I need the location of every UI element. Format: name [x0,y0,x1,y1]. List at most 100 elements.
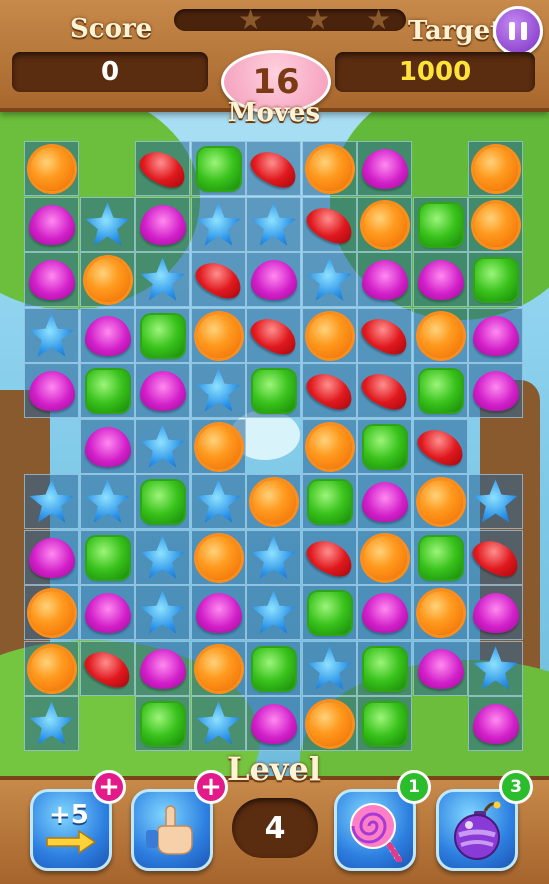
board-cell[interactable] [191,474,246,529]
orange-candy[interactable] [196,424,241,469]
pause-button[interactable] [493,6,543,56]
board-cell[interactable] [246,474,301,529]
purple-heart-candy[interactable] [472,370,519,411]
board-cell[interactable] [413,641,468,696]
green-square-candy[interactable] [363,647,406,690]
board-cell[interactable] [357,141,412,196]
purple-heart-candy[interactable] [28,259,75,300]
board-cell[interactable] [79,641,136,696]
orange-candy[interactable] [307,424,352,469]
red-jelly-bean-candy[interactable] [301,365,358,416]
blue-star-candy[interactable] [196,479,241,523]
purple-heart-candy[interactable] [361,259,408,300]
green-square-candy[interactable] [474,258,517,301]
green-square-candy[interactable] [141,480,184,523]
orange-candy[interactable] [418,313,463,358]
blue-star-candy[interactable] [251,202,296,246]
orange-candy[interactable] [307,313,352,358]
red-jelly-bean-candy[interactable] [190,254,247,305]
board-cell[interactable] [80,530,135,585]
green-square-candy[interactable] [86,536,129,579]
board-cell[interactable] [357,419,412,474]
blue-star-candy[interactable] [196,701,241,745]
board-cell[interactable] [357,252,412,307]
board-cell[interactable] [246,585,301,640]
board-cell[interactable] [468,585,523,640]
board-cell[interactable] [301,530,358,585]
board-cell[interactable] [24,197,79,252]
board-cell[interactable] [356,363,413,418]
board-cell[interactable] [190,252,247,307]
blue-star-candy[interactable] [140,257,185,301]
purple-heart-candy[interactable] [139,204,186,245]
blue-star-candy[interactable] [85,202,130,246]
red-jelly-bean-candy[interactable] [134,143,191,194]
purple-heart-candy[interactable] [361,481,408,522]
board-cell[interactable] [24,696,79,751]
board-cell[interactable] [191,530,246,585]
board-cell[interactable] [467,530,524,585]
board-cell[interactable] [246,252,301,307]
orange-candy[interactable] [29,646,74,691]
board-cell[interactable] [468,363,523,418]
board-cell[interactable] [357,530,412,585]
green-square-candy[interactable] [252,647,295,690]
board-cell[interactable] [191,419,246,474]
red-jelly-bean-candy[interactable] [356,365,413,416]
orange-candy[interactable] [85,257,130,302]
board-cell[interactable] [302,641,357,696]
orange-candy[interactable] [473,146,518,191]
board-cell[interactable] [468,474,523,529]
board-cell[interactable] [24,363,79,418]
board-cell[interactable] [413,474,468,529]
board-cell[interactable] [24,252,79,307]
board-cell[interactable] [191,141,246,196]
purple-heart-candy[interactable] [472,592,519,633]
board-cell[interactable] [413,530,468,585]
board-cell[interactable] [468,252,523,307]
buy-extra-moves-button[interactable]: + [92,770,126,804]
board-cell[interactable] [135,363,190,418]
board-cell[interactable] [135,641,190,696]
blue-star-candy[interactable] [140,535,185,579]
purple-heart-candy[interactable] [250,259,297,300]
orange-candy[interactable] [196,313,241,358]
board-cell[interactable] [302,252,357,307]
board-cell[interactable] [191,308,246,363]
board-cell[interactable] [302,419,357,474]
red-jelly-bean-candy[interactable] [301,199,358,250]
board-cell[interactable] [191,585,246,640]
board-cell[interactable] [135,530,190,585]
board-cell[interactable] [468,197,523,252]
board-cell[interactable] [356,308,413,363]
board-cell[interactable] [24,585,79,640]
purple-heart-candy[interactable] [472,703,519,744]
board-cell[interactable] [135,585,190,640]
blue-star-candy[interactable] [140,424,185,468]
green-square-candy[interactable] [419,536,462,579]
board-cell[interactable] [24,641,79,696]
orange-candy[interactable] [196,535,241,580]
booster-lollipop-button[interactable] [334,789,416,871]
blue-star-candy[interactable] [307,257,352,301]
board-cell[interactable] [413,363,468,418]
board-cell[interactable] [413,197,468,252]
board-cell[interactable] [245,308,302,363]
green-square-candy[interactable] [363,702,406,745]
board-cell[interactable] [191,363,246,418]
buy-hand-button[interactable]: + [194,770,228,804]
green-square-candy[interactable] [419,203,462,246]
board-cell[interactable] [302,308,357,363]
purple-heart-candy[interactable] [84,426,131,467]
purple-heart-candy[interactable] [361,592,408,633]
orange-candy[interactable] [29,146,74,191]
green-square-candy[interactable] [363,425,406,468]
purple-heart-candy[interactable] [84,315,131,356]
board-cell[interactable] [135,308,190,363]
board-cell[interactable] [191,696,246,751]
board-cell[interactable] [412,419,469,474]
board-cell[interactable] [80,419,135,474]
green-square-candy[interactable] [308,591,351,634]
board-cell[interactable] [134,141,191,196]
blue-star-candy[interactable] [473,646,518,690]
